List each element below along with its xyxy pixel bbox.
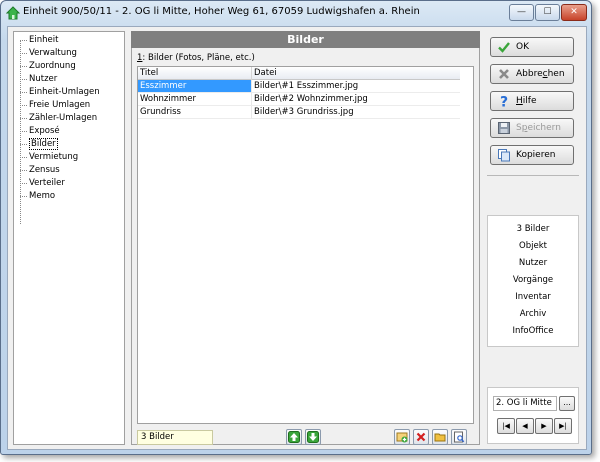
preview-picture-button[interactable] xyxy=(451,429,467,445)
title-bar[interactable]: Einheit 900/50/11 - 2. OG li Mitte, Hohe… xyxy=(1,1,591,25)
arrow-down-icon xyxy=(307,431,319,443)
tree-item-verwaltung[interactable]: Verwaltung xyxy=(20,47,77,60)
tree-item-memo[interactable]: Memo xyxy=(20,190,55,203)
preview-icon xyxy=(454,431,465,443)
navigation-tree[interactable]: Einheit Verwaltung Zuordnung Nutzer Einh… xyxy=(13,31,125,445)
add-picture-button[interactable] xyxy=(394,429,410,445)
tree-item-einheit-umlagen[interactable]: Einheit-Umlagen xyxy=(20,86,100,99)
pictures-list[interactable]: Titel Datei Esszimmer Bilder\#1 Esszimme… xyxy=(137,66,474,424)
previous-record-button[interactable]: ◀ xyxy=(516,418,534,434)
quicklink-objekt[interactable]: Objekt xyxy=(488,239,578,253)
table-row[interactable]: Grundriss Bilder\#3 Grundriss.jpg xyxy=(138,106,461,119)
close-button[interactable]: ✕ xyxy=(561,4,587,21)
tree-item-zuordnung[interactable]: Zuordnung xyxy=(20,60,76,73)
cell-datei: Bilder\#3 Grundriss.jpg xyxy=(252,106,461,119)
arrow-up-icon xyxy=(288,431,300,443)
cell-datei: Bilder\#1 Esszimmer.jpg xyxy=(252,80,461,93)
quicklink-nutzer[interactable]: Nutzer xyxy=(488,256,578,270)
tree-item-zensus[interactable]: Zensus xyxy=(20,164,60,177)
cell-datei: Bilder\#2 Wohnzimmer.jpg xyxy=(252,93,461,106)
tree-item-verteiler[interactable]: Verteiler xyxy=(20,177,65,190)
quicklink-vorgaenge[interactable]: Vorgänge xyxy=(488,273,578,287)
application-window: Einheit 900/50/11 - 2. OG li Mitte, Hohe… xyxy=(0,0,592,455)
current-record-label: 2. OG li Mitte xyxy=(493,396,557,411)
move-up-button[interactable] xyxy=(286,429,302,445)
next-record-button[interactable]: ▶ xyxy=(535,418,553,434)
button-separator xyxy=(487,175,579,176)
pictures-group-label: 1: Bilder (Fotos, Pläne, etc.) xyxy=(137,53,255,63)
table-row[interactable]: Wohnzimmer Bilder\#2 Wohnzimmer.jpg xyxy=(138,93,461,106)
cell-titel: Wohnzimmer xyxy=(138,93,252,106)
list-header: Titel Datei xyxy=(138,67,461,80)
tree-item-bilder[interactable]: Bilder xyxy=(20,138,58,151)
pictures-panel: 1: Bilder (Fotos, Pläne, etc.) Titel Dat… xyxy=(131,48,480,445)
last-record-button[interactable]: ▶| xyxy=(554,418,572,434)
tree-item-expose[interactable]: Exposé xyxy=(20,125,60,138)
record-navigator: 2. OG li Mitte ... |◀ ◀ ▶ ▶| xyxy=(487,387,579,444)
add-image-icon xyxy=(396,432,408,443)
folder-icon xyxy=(434,433,446,442)
column-header-datei[interactable]: Datei xyxy=(252,67,461,80)
move-down-button[interactable] xyxy=(305,429,321,445)
tree-item-freie-umlagen[interactable]: Freie Umlagen xyxy=(20,99,90,112)
quicklink-bilder[interactable]: 3 Bilder xyxy=(488,222,578,236)
tree-item-einheit[interactable]: Einheit xyxy=(20,34,58,47)
copy-icon xyxy=(498,149,510,162)
window-title: Einheit 900/50/11 - 2. OG li Mitte, Hohe… xyxy=(23,6,420,17)
tree-item-vermietung[interactable]: Vermietung xyxy=(20,151,78,164)
svg-text:?: ? xyxy=(500,95,508,109)
floppy-disk-icon xyxy=(498,122,510,134)
copy-button[interactable]: Kopieren xyxy=(490,145,574,165)
cross-icon xyxy=(499,69,509,79)
cell-titel: Esszimmer xyxy=(138,80,252,93)
list-scrollbar[interactable] xyxy=(460,67,473,423)
quick-links-panel: 3 Bilder Objekt Nutzer Vorgänge Inventar… xyxy=(487,215,579,347)
checkmark-icon xyxy=(498,42,510,53)
cancel-button[interactable]: Abbrechen xyxy=(490,64,574,84)
ok-button[interactable]: OK xyxy=(490,37,574,57)
picture-count: 3 Bilder xyxy=(137,430,213,445)
tree-item-nutzer[interactable]: Nutzer xyxy=(20,73,57,86)
house-green-icon xyxy=(6,6,20,20)
help-button[interactable]: ? Hilfe xyxy=(490,91,574,111)
question-icon: ? xyxy=(500,95,508,109)
delete-picture-button[interactable] xyxy=(413,429,429,445)
select-record-button[interactable]: ... xyxy=(559,396,575,411)
panel-title: Bilder xyxy=(131,31,480,48)
maximize-button[interactable]: ☐ xyxy=(535,4,560,21)
first-record-button[interactable]: |◀ xyxy=(497,418,515,434)
open-picture-button[interactable] xyxy=(432,429,448,445)
minimize-button[interactable]: — xyxy=(509,4,534,21)
client-area: Einheit Verwaltung Zuordnung Nutzer Einh… xyxy=(7,26,587,450)
delete-icon xyxy=(416,432,426,442)
quicklink-infooffice[interactable]: InfoOffice xyxy=(488,324,578,338)
tree-item-zaehler-umlagen[interactable]: Zähler-Umlagen xyxy=(20,112,97,125)
quicklink-inventar[interactable]: Inventar xyxy=(488,290,578,304)
cell-titel: Grundriss xyxy=(138,106,252,119)
save-button[interactable]: Speichern xyxy=(490,118,574,138)
column-header-titel[interactable]: Titel xyxy=(138,67,252,80)
table-row[interactable]: Esszimmer Bilder\#1 Esszimmer.jpg xyxy=(138,80,461,93)
quicklink-archiv[interactable]: Archiv xyxy=(488,307,578,321)
